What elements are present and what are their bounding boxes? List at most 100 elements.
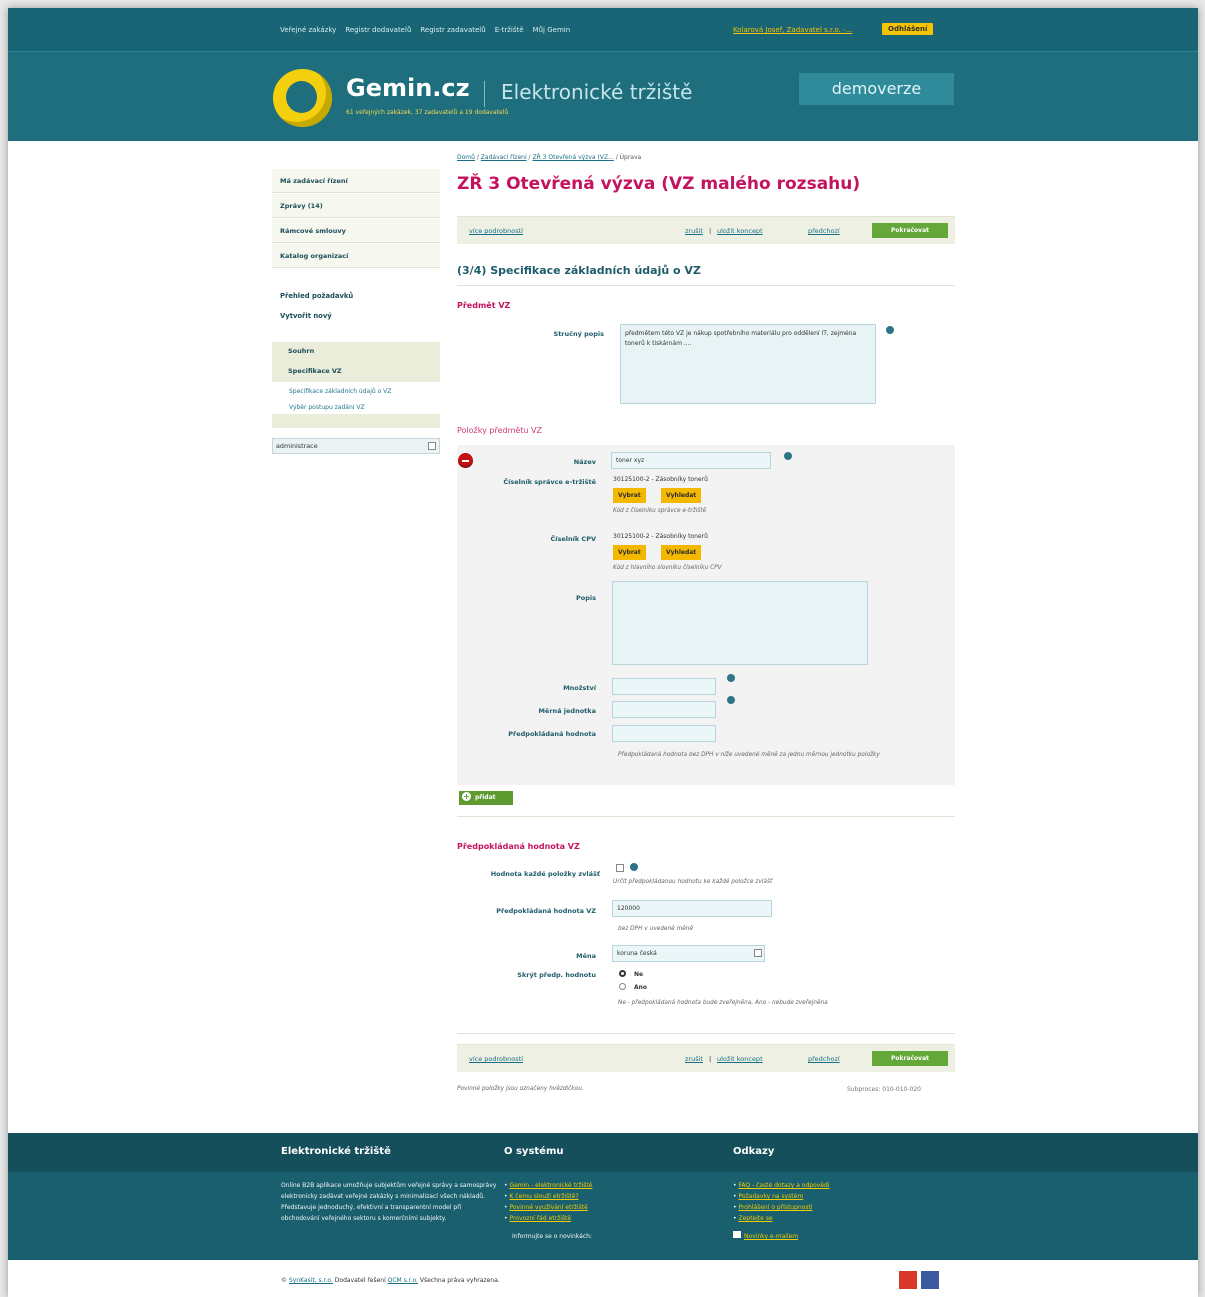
expected-value-input[interactable] <box>612 725 716 742</box>
nav-public-contracts[interactable]: Veřejné zakázky <box>280 26 336 34</box>
google-plus-icon[interactable] <box>899 1271 917 1289</box>
sidebar-collapsed-step <box>272 414 440 428</box>
divider <box>457 1033 955 1034</box>
help-icon[interactable] <box>727 674 735 682</box>
currency-value: koruna česká <box>617 950 657 957</box>
cpv-hint: Kód z hlavního slovníku číselníku CPV <box>613 565 722 571</box>
footer-link[interactable]: Gemin - elektronické tržiště <box>509 1182 592 1189</box>
save-draft-link[interactable]: uložit koncept <box>717 227 763 235</box>
sidebar-create-new[interactable]: Vytvořit nový <box>272 306 440 326</box>
quantity-label: Množství <box>563 684 596 692</box>
footer-link[interactable]: Provozní řád etržiště <box>509 1215 571 1222</box>
gemin-logo-icon <box>273 69 332 127</box>
cancel-link[interactable]: zrušit <box>685 227 703 235</box>
previous-link[interactable]: předchozí <box>808 227 840 235</box>
sidebar-step-specification[interactable]: Specifikace VZ <box>272 362 440 382</box>
bottom-action-bar: více podrobností zrušit | uložit koncept … <box>457 1044 955 1072</box>
brand-name: Gemin.cz <box>346 74 470 102</box>
vz-value-input[interactable]: 120000 <box>612 900 772 917</box>
footer-header <box>8 1133 1198 1172</box>
demo-badge: demoverze <box>799 73 954 105</box>
add-item-button[interactable]: přidat <box>459 791 513 805</box>
administration-value: administrace <box>276 442 318 450</box>
nav-my-gemin[interactable]: Můj Gemin <box>533 26 571 34</box>
more-details-link[interactable]: více podrobností <box>469 1055 523 1063</box>
each-item-checkbox[interactable] <box>616 864 624 872</box>
cpv-value: 30125100-2 - Zásobníky tonerů <box>613 533 708 540</box>
help-icon[interactable] <box>630 863 638 871</box>
each-item-label: Hodnota každé položky zvlášť <box>490 870 600 878</box>
cpv-search-button[interactable]: Vyhledat <box>661 545 702 560</box>
items-heading: Položky předmětu VZ <box>457 426 542 435</box>
admin-code-hint: Kód z číselníku správce e-tržiště <box>613 508 707 514</box>
sidebar-substep-procedure[interactable]: Výběr postupu zadání VZ <box>272 398 440 414</box>
nav-e-marketplace[interactable]: E-tržiště <box>495 26 524 34</box>
cancel-link[interactable]: zrušit <box>685 1055 703 1063</box>
cpv-choose-button[interactable]: Vybrat <box>613 545 646 560</box>
admin-code-search-button[interactable]: Vyhledat <box>661 488 702 503</box>
cpv-label: Číselník CPV <box>550 535 596 543</box>
save-draft-link[interactable]: uložit koncept <box>717 1055 763 1063</box>
copyright: © SynKasit, s.r.o. Dodavatel řešení QCM … <box>281 1277 500 1284</box>
description-input[interactable] <box>612 581 868 665</box>
hide-value-hint: Ne - předpokládaná hodnota bude zveřejně… <box>618 1000 828 1006</box>
breadcrumb-home[interactable]: Domů <box>457 154 475 161</box>
sidebar-requirements-overview[interactable]: Přehled požadavků <box>272 286 440 306</box>
currency-select[interactable]: koruna česká <box>612 945 765 962</box>
copyright-link-qcm[interactable]: QCM s.r.o. <box>388 1277 418 1284</box>
current-user-link[interactable]: Kolarová Josef, Zadavatel s.r.o. -... <box>733 26 852 34</box>
sidebar-substep-basic-info[interactable]: Specifikace základních údajů o VZ <box>272 382 440 398</box>
help-icon[interactable] <box>784 452 792 460</box>
footer-col1-title: Elektronické tržiště <box>281 1146 391 1157</box>
breadcrumb-procedures[interactable]: Zadávací řízení <box>481 154 527 161</box>
site-stats: 61 veřejných zakázek, 37 zadavatelů a 19… <box>346 109 509 116</box>
hide-yes-radio[interactable] <box>619 983 626 990</box>
hide-value-label: Skrýt předp. hodnotu <box>517 971 596 979</box>
nav-contracting-registry[interactable]: Registr zadavatelů <box>420 26 485 34</box>
footer-link[interactable]: Povinné využívání etržiště <box>509 1204 587 1211</box>
administration-select[interactable]: administrace <box>272 438 440 454</box>
quantity-input[interactable] <box>612 678 716 695</box>
vz-value-label: Předpokládaná hodnota VZ <box>496 907 596 915</box>
unit-input[interactable] <box>612 701 716 718</box>
continue-button[interactable]: Pokračovat <box>872 1051 948 1066</box>
sidebar-my-tenders[interactable]: Má zadávací řízení <box>272 169 440 193</box>
footer-link[interactable]: FAQ - časté dotazy a odpovědi <box>738 1182 829 1189</box>
short-description-input[interactable]: předmětem této VZ je nákup spotřebního m… <box>620 324 876 404</box>
breadcrumb-current-tender[interactable]: ZŘ 3 Otevřená výzva (VZ... <box>532 154 613 161</box>
sidebar-organization-catalog[interactable]: Katalog organizací <box>272 244 440 268</box>
help-icon[interactable] <box>727 696 735 704</box>
help-icon[interactable] <box>886 326 894 334</box>
admin-code-value: 30125100-2 - Zásobníky tonerů <box>613 476 708 483</box>
footer-link[interactable]: K čemu slouží etržiště? <box>509 1193 578 1200</box>
logout-button[interactable]: Odhlášení <box>882 23 934 35</box>
site-header: Veřejné zakázky Registr dodavatelů Regis… <box>8 8 1198 141</box>
remove-item-icon[interactable] <box>458 453 473 468</box>
sidebar-framework-contracts[interactable]: Rámcové smlouvy <box>272 219 440 243</box>
copyright-link-synkasit[interactable]: SynKasit, s.r.o. <box>289 1277 333 1284</box>
short-description-label: Stručný popis <box>553 330 604 338</box>
hide-no-radio[interactable] <box>619 970 626 977</box>
footer-link[interactable]: Zeptejte se <box>738 1215 772 1222</box>
sidebar: Má zadávací řízení Zprávy (14) Rámcové s… <box>272 169 440 454</box>
admin-code-choose-button[interactable]: Vybrat <box>613 488 646 503</box>
required-note: Povinné položky jsou označeny hvězdičkou… <box>457 1086 584 1092</box>
nav-supplier-registry[interactable]: Registr dodavatelů <box>345 26 411 34</box>
continue-button[interactable]: Pokračovat <box>872 223 948 238</box>
sidebar-step-summary[interactable]: Souhrn <box>272 342 440 362</box>
previous-link[interactable]: předchozí <box>808 1055 840 1063</box>
sidebar-messages[interactable]: Zprávy (14) <box>272 194 440 218</box>
hide-yes-label: Ano <box>634 984 648 991</box>
divider <box>457 816 955 817</box>
item-name-input[interactable]: toner xyz <box>611 452 771 469</box>
brand-subtitle: Elektronické tržiště <box>501 80 693 104</box>
dropdown-icon <box>754 949 762 957</box>
section-heading: (3/4) Specifikace základních údajů o VZ <box>457 264 701 277</box>
footer-link[interactable]: Prohlášení o přístupnosti <box>738 1204 812 1211</box>
more-details-link[interactable]: více podrobností <box>469 227 523 235</box>
admin-code-label: Číselník správce e-tržiště <box>503 478 596 486</box>
newsletter-link[interactable]: Novinky e-mailem <box>744 1233 798 1240</box>
footer-link[interactable]: Požadavky na systém <box>738 1193 803 1200</box>
currency-label: Měna <box>576 952 596 960</box>
facebook-icon[interactable] <box>921 1271 939 1289</box>
